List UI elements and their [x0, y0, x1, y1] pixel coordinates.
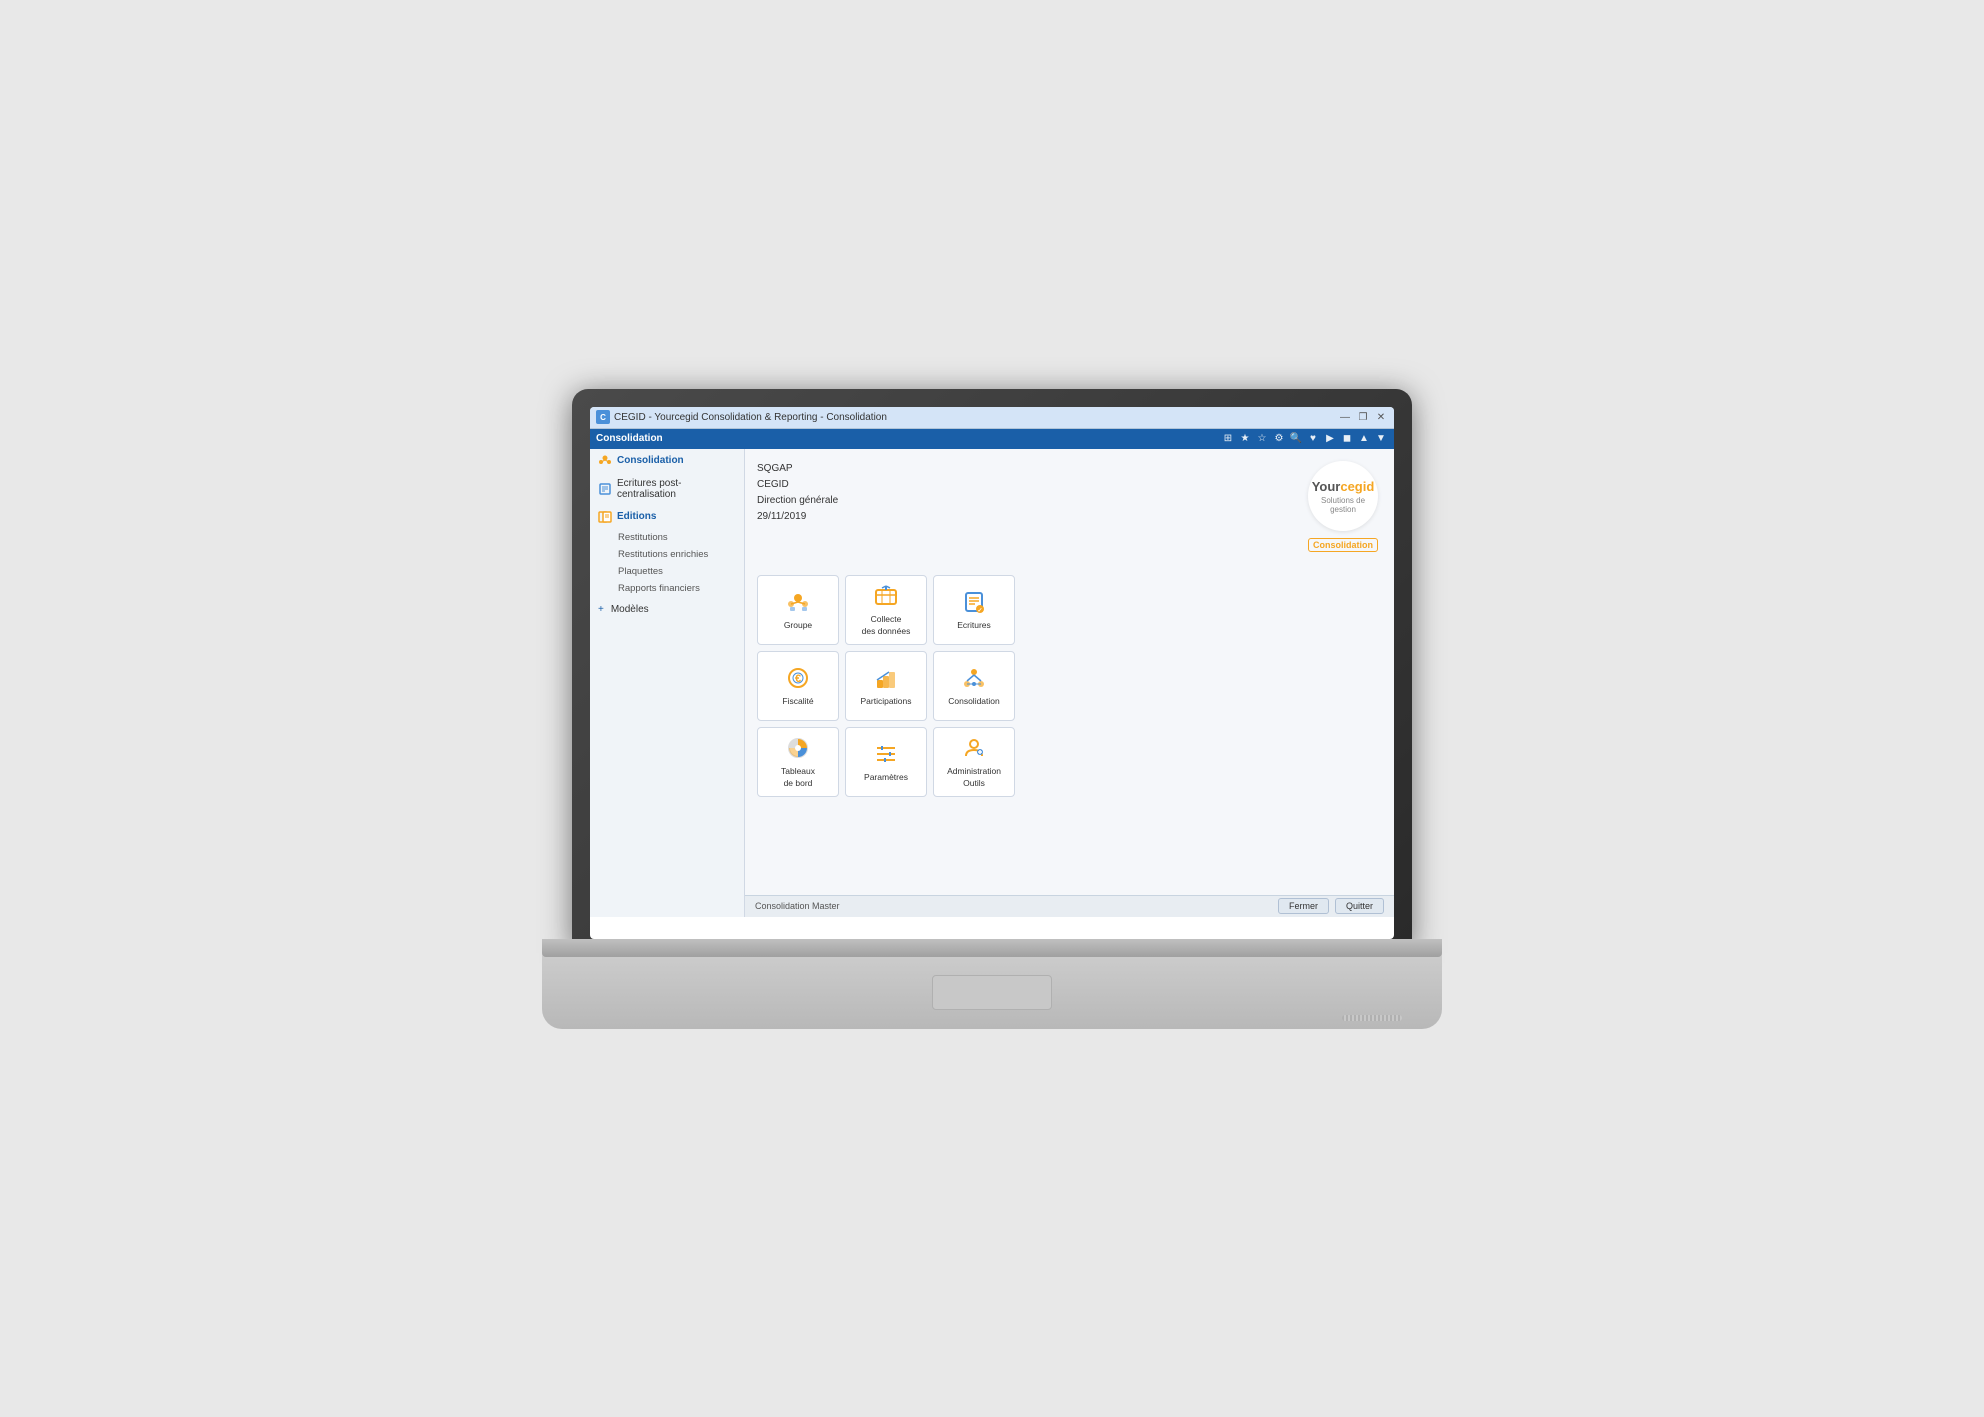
collecte-icon [872, 582, 900, 610]
logo-your: Your [1312, 479, 1341, 494]
info-line1: SQGAP [757, 461, 1382, 477]
ecritures-label: Ecritures [957, 620, 991, 631]
collecte-label: Collectedes données [862, 614, 911, 636]
sidebar-item-consolidation[interactable]: Consolidation [590, 449, 744, 473]
info-line2: CEGID [757, 477, 1382, 493]
status-text: Consolidation Master [755, 901, 840, 911]
sidebar-label-ecritures: Ecritures post-centralisation [617, 478, 736, 500]
toolbar-icon-grid[interactable]: ⊞ [1221, 432, 1235, 446]
logo-badge: Consolidation [1308, 538, 1378, 552]
sidebar-sub-plaquettes[interactable]: Plaquettes [590, 563, 744, 580]
info-line3: Direction générale [757, 493, 1382, 509]
status-bar: Consolidation Master Fermer Quitter [745, 895, 1394, 917]
sidebar-item-editions[interactable]: Editions [590, 505, 744, 529]
fermer-button[interactable]: Fermer [1278, 898, 1329, 914]
trackpad [932, 975, 1052, 1010]
sidebar-sub-restitutions-enrichies[interactable]: Restitutions enrichies [590, 546, 744, 563]
participations-icon [872, 664, 900, 692]
admin-icon [960, 734, 988, 762]
modules-grid: Groupe [757, 575, 1382, 797]
sidebar-sub-restitutions[interactable]: Restitutions [590, 529, 744, 546]
quitter-button[interactable]: Quitter [1335, 898, 1384, 914]
ecritures-icon [598, 482, 612, 496]
ecritures-mod-icon: ✓ [960, 588, 988, 616]
expand-icon: + [598, 604, 604, 615]
toolbar-label: Consolidation [596, 433, 663, 444]
tableaux-label: Tableauxde bord [781, 766, 815, 788]
logo-area: Yourcegid Solutions de gestion Consolida… [1308, 461, 1378, 553]
minimize-button[interactable]: — [1338, 410, 1352, 424]
editions-icon [598, 510, 612, 524]
toolbar-icon-search[interactable]: 🔍 [1289, 432, 1303, 446]
sidebar-item-modeles[interactable]: + Modèles [590, 599, 744, 620]
close-button[interactable]: ✕ [1374, 410, 1388, 424]
main-content: SQGAP CEGID Direction générale 29/11/201… [745, 449, 1394, 917]
participations-label: Participations [860, 696, 911, 707]
logo-circle: Yourcegid Solutions de gestion [1308, 461, 1378, 531]
module-parametres[interactable]: Paramètres [845, 727, 927, 797]
sidebar: Consolidation Ecritures post-centralisat… [590, 449, 745, 917]
consolidation-icon [598, 454, 612, 468]
toolbar: Consolidation ⊞ ★ ☆ ⚙ 🔍 ♥ ▶ ◼ ▲ ▼ [590, 429, 1394, 449]
toolbar-icon-star-filled[interactable]: ★ [1238, 432, 1252, 446]
toolbar-icon-down[interactable]: ▼ [1374, 432, 1388, 446]
speaker-right [1342, 1015, 1402, 1021]
info-line4: 29/11/2019 [757, 509, 1382, 525]
consolidation-mod-icon [960, 664, 988, 692]
admin-label: AdministrationOutils [947, 766, 1001, 788]
module-ecritures[interactable]: ✓ Ecritures [933, 575, 1015, 645]
tableaux-icon [784, 734, 812, 762]
toolbar-icons: ⊞ ★ ☆ ⚙ 🔍 ♥ ▶ ◼ ▲ ▼ [1221, 432, 1388, 446]
groupe-icon [784, 588, 812, 616]
sidebar-item-ecritures[interactable]: Ecritures post-centralisation [590, 473, 744, 505]
module-admin[interactable]: AdministrationOutils [933, 727, 1015, 797]
parametres-icon [872, 740, 900, 768]
sidebar-sub-rapports-financiers[interactable]: Rapports financiers [590, 580, 744, 597]
sidebar-label-consolidation: Consolidation [617, 455, 684, 466]
module-consolidation[interactable]: Consolidation [933, 651, 1015, 721]
window-title: CEGID - Yourcegid Consolidation & Report… [614, 412, 1334, 423]
consolidation-mod-label: Consolidation [948, 696, 1000, 707]
laptop-base-body [542, 957, 1442, 1029]
svg-text:✓: ✓ [977, 608, 982, 614]
laptop-base [542, 939, 1442, 1029]
toolbar-icon-settings[interactable]: ⚙ [1272, 432, 1286, 446]
info-block: SQGAP CEGID Direction générale 29/11/201… [757, 461, 1382, 525]
status-buttons: Fermer Quitter [1278, 898, 1384, 914]
restore-button[interactable]: ❐ [1356, 410, 1370, 424]
parametres-label: Paramètres [864, 772, 908, 783]
toolbar-icon-star-empty[interactable]: ☆ [1255, 432, 1269, 446]
titlebar: C CEGID - Yourcegid Consolidation & Repo… [590, 407, 1394, 429]
app-icon: C [596, 410, 610, 424]
module-groupe[interactable]: Groupe [757, 575, 839, 645]
module-participations[interactable]: Participations [845, 651, 927, 721]
module-fiscalite[interactable]: € Fiscalité [757, 651, 839, 721]
module-collecte[interactable]: Collectedes données [845, 575, 927, 645]
toolbar-icon-up[interactable]: ▲ [1357, 432, 1371, 446]
window-controls: — ❐ ✕ [1338, 410, 1388, 424]
fiscalite-icon: € [784, 664, 812, 692]
sidebar-label-editions: Editions [617, 511, 656, 522]
logo-subtitle: Solutions de gestion [1308, 496, 1378, 514]
toolbar-icon-play[interactable]: ▶ [1323, 432, 1337, 446]
fiscalite-label: Fiscalité [782, 696, 813, 707]
module-tableaux[interactable]: Tableauxde bord [757, 727, 839, 797]
toolbar-icon-heart[interactable]: ♥ [1306, 432, 1320, 446]
laptop-hinge [542, 939, 1442, 957]
toolbar-icon-stop[interactable]: ◼ [1340, 432, 1354, 446]
main-body: Consolidation Ecritures post-centralisat… [590, 449, 1394, 917]
groupe-label: Groupe [784, 620, 812, 631]
sidebar-label-modeles: Modèles [611, 604, 649, 615]
logo-cegid: cegid [1340, 479, 1374, 494]
